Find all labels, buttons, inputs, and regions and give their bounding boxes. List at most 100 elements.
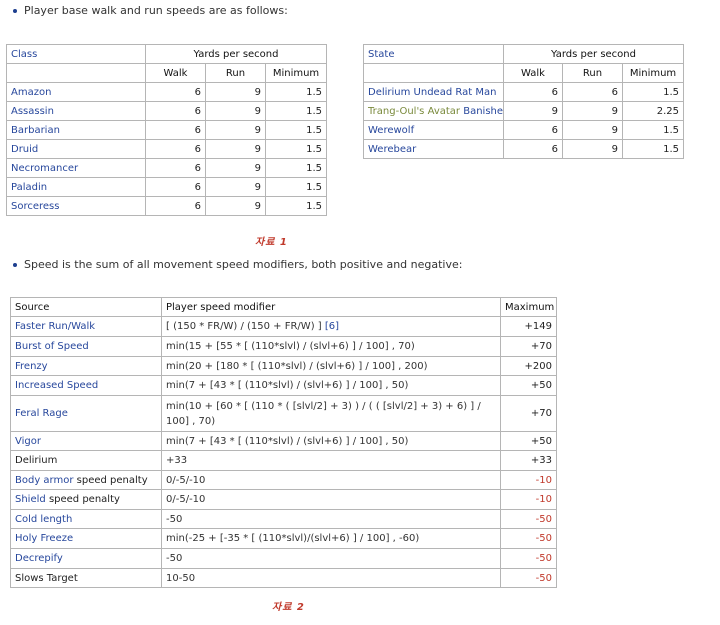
class-link-sorceress[interactable]: Sorceress (6, 196, 146, 216)
max-value: +200 (500, 356, 557, 376)
source-link-burst-of-speed[interactable]: Burst of Speed (10, 336, 162, 357)
source-link-frenzy[interactable]: Frenzy (10, 356, 162, 376)
max-value: +149 (500, 316, 557, 337)
table-row: Werebear 6 9 1.5 (363, 139, 685, 159)
formula-text: [ (150 * FR/W) / (150 + FR/W) ] (166, 321, 322, 332)
formula-text: 0/-5/-10 (161, 470, 501, 490)
formula-text: -50 (161, 509, 501, 529)
formula-text: min(7 + [43 * [ (110*slvl) / (slvl+6) ] … (161, 375, 501, 396)
source-link-cold-length[interactable]: Cold length (10, 509, 162, 529)
formula-text: min(20 + [180 * [ (110*slvl) / (slvl+6) … (161, 356, 501, 376)
col-header-walk: Walk (503, 63, 563, 83)
min-value: 1.5 (264, 196, 328, 216)
table-row: Vigor min(7 + [43 * [ (110*slvl) / (slvl… (10, 431, 557, 451)
intro-bullet-2: Speed is the sum of all movement speed m… (13, 258, 462, 271)
source-link-body-armor[interactable]: Body armor (15, 475, 73, 486)
table-row: Burst of Speed min(15 + [55 * [ (110*slv… (10, 336, 557, 357)
formula-text: -50 (161, 548, 501, 569)
col-header-yards-per-second: Yards per second (144, 44, 328, 64)
table-row: Druid 6 9 1.5 (6, 139, 328, 159)
table-row: Cold length -50 -50 (10, 509, 557, 529)
reference-link[interactable]: [6] (325, 321, 339, 332)
table-row: Amazon 6 9 1.5 (6, 82, 328, 102)
state-link-trang-ouls-avatar[interactable]: Trang-Oul's Avatar (368, 106, 460, 117)
state-link-werebear[interactable]: Werebear (363, 139, 504, 159)
table-row: Paladin 6 9 1.5 (6, 177, 328, 197)
min-value: 2.25 (621, 101, 685, 121)
state-name-trang-oul: Trang-Oul's Avatar Banished (363, 101, 504, 121)
max-value: -50 (500, 548, 557, 569)
state-link-banished[interactable]: Banished (463, 106, 502, 117)
table-row: Assassin 6 9 1.5 (6, 101, 328, 121)
class-link-druid[interactable]: Druid (6, 139, 146, 159)
run-value: 9 (562, 120, 623, 140)
max-value: -50 (500, 528, 557, 549)
table-row: Necromancer 6 9 1.5 (6, 158, 328, 178)
class-link-barbarian[interactable]: Barbarian (6, 120, 146, 140)
speed-modifier-table: Source Player speed modifier Maximum Fas… (10, 297, 557, 588)
table-row: Barbarian 6 9 1.5 (6, 120, 328, 140)
min-value: 1.5 (264, 158, 328, 178)
col-header-minimum: Minimum (621, 63, 685, 83)
min-value: 1.5 (264, 120, 328, 140)
formula-text: min(-25 + [-35 * [ (110*slvl)/(slvl+6) ]… (161, 528, 501, 549)
source-link-feral-rage[interactable]: Feral Rage (10, 395, 162, 432)
walk-value: 6 (145, 139, 206, 159)
max-value: -50 (500, 568, 557, 588)
col-header-yards-per-second: Yards per second (502, 44, 685, 64)
class-speed-table: Class Yards per second Walk Run Minimum … (6, 44, 328, 216)
run-value: 9 (562, 139, 623, 159)
formula-text: 10-50 (161, 568, 501, 588)
source-link-shield[interactable]: Shield (15, 494, 46, 505)
min-value: 1.5 (264, 82, 328, 102)
source-suffix: speed penalty (76, 474, 148, 486)
col-header-run: Run (562, 63, 623, 83)
source-link-holy-freeze[interactable]: Holy Freeze (10, 528, 162, 549)
col-header-walk: Walk (145, 63, 206, 83)
table-row: Decrepify -50 -50 (10, 548, 557, 569)
min-value: 1.5 (264, 177, 328, 197)
source-body-armor-penalty: Body armor speed penalty (10, 470, 162, 490)
run-value: 9 (205, 158, 266, 178)
table-row: Shield speed penalty 0/-5/-10 -10 (10, 489, 557, 510)
intro-bullet-1: Player base walk and run speeds are as f… (13, 4, 288, 17)
class-link-assassin[interactable]: Assassin (6, 101, 146, 121)
source-link-vigor[interactable]: Vigor (10, 431, 162, 451)
max-value: -10 (500, 489, 557, 510)
class-link-necromancer[interactable]: Necromancer (6, 158, 146, 178)
table-row: Sorceress 6 9 1.5 (6, 196, 328, 216)
table-row: Slows Target 10-50 -50 (10, 568, 557, 588)
table-row: Delirium Undead Rat Man 6 6 1.5 (363, 82, 685, 102)
walk-value: 6 (503, 120, 563, 140)
table-row: Delirium +33 +33 (10, 450, 557, 471)
run-value: 9 (205, 196, 266, 216)
formula-text: min(7 + [43 * [ (110*slvl) / (slvl+6) ] … (161, 431, 501, 451)
class-table-spacer (6, 63, 146, 83)
min-value: 1.5 (264, 101, 328, 121)
walk-value: 6 (145, 177, 206, 197)
state-link-werewolf[interactable]: Werewolf (363, 120, 504, 140)
class-link-amazon[interactable]: Amazon (6, 82, 146, 102)
run-value: 6 (562, 82, 623, 102)
formula-cell: [ (150 * FR/W) / (150 + FR/W) ] [6] (161, 316, 501, 337)
bullet-dot-icon (13, 8, 17, 13)
run-value: 9 (205, 139, 266, 159)
state-speed-table: State Yards per second Walk Run Minimum … (363, 44, 685, 159)
walk-value: 9 (503, 101, 563, 121)
run-value: 9 (205, 120, 266, 140)
walk-value: 6 (145, 120, 206, 140)
max-value: +70 (500, 395, 557, 432)
state-link-delirium-undead-rat-man[interactable]: Delirium Undead Rat Man (363, 82, 504, 102)
col-header-source: Source (10, 297, 162, 317)
max-value: +50 (500, 431, 557, 451)
run-value: 9 (562, 101, 623, 121)
source-shield-penalty: Shield speed penalty (10, 489, 162, 510)
source-link-increased-speed[interactable]: Increased Speed (10, 375, 162, 396)
table-row: Werewolf 6 9 1.5 (363, 120, 685, 140)
source-link-faster-run-walk[interactable]: Faster Run/Walk (10, 316, 162, 337)
class-link-paladin[interactable]: Paladin (6, 177, 146, 197)
max-value: +33 (500, 450, 557, 471)
intro-text-2: Speed is the sum of all movement speed m… (24, 258, 463, 271)
min-value: 1.5 (264, 139, 328, 159)
source-link-decrepify[interactable]: Decrepify (10, 548, 162, 569)
